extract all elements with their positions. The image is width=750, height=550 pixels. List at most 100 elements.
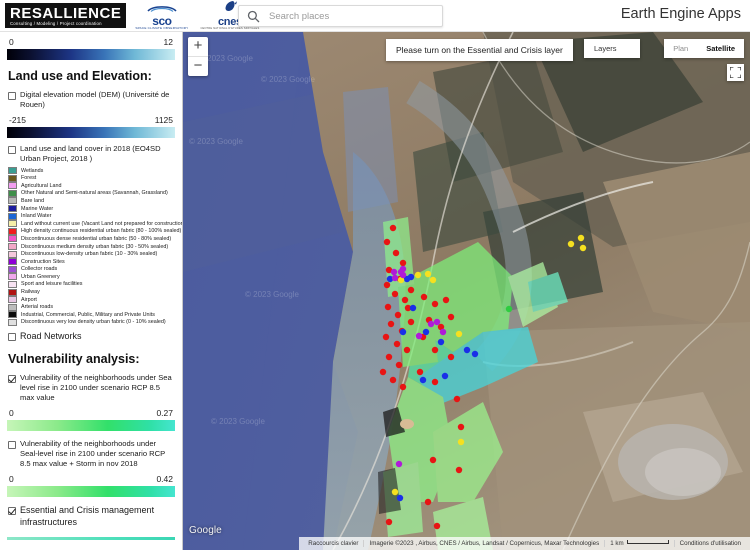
- layer-toggle-road-networks[interactable]: Road Networks: [8, 331, 175, 343]
- map-watermark: © 2023 Google: [211, 417, 265, 426]
- layer-toggle-dem[interactable]: Digital elevation model (DEM) (Universit…: [8, 90, 175, 110]
- dem-ramp-labels: -215 1125: [9, 115, 173, 125]
- land-cover-swatch: [8, 265, 17, 273]
- land-cover-legend-item: Discontinuous medium density urban fabri…: [8, 243, 175, 250]
- dem-ramp-max: 1125: [154, 115, 173, 126]
- basemap-satellite-button[interactable]: Satellite: [697, 39, 744, 58]
- dem-checkbox[interactable]: [8, 92, 16, 100]
- land-cover-swatch: [8, 250, 17, 258]
- fullscreen-icon: [730, 67, 741, 78]
- top-ramp-labels: 0 12: [9, 37, 173, 47]
- resallience-logo[interactable]: RESALLIENCE Consulting / Modeling / Proj…: [5, 2, 127, 29]
- vulnerability-2-ramp-max: 0.42: [156, 473, 173, 484]
- scale-bar: 1 km: [604, 540, 673, 547]
- vulnerability-1-checkbox[interactable]: [8, 374, 16, 383]
- land-cover-legend-item: Agricultural Land: [8, 182, 175, 190]
- land-cover-swatch: [8, 303, 17, 311]
- layer-toggle-vulnerability-storm[interactable]: Vulnerability of the neighborhoods under…: [8, 439, 175, 469]
- basemap-plan-button[interactable]: Plan: [664, 39, 697, 58]
- application-root: RESALLIENCE Consulting / Modeling / Proj…: [0, 0, 750, 550]
- lulc-layer-label: Land use and land cover in 2018 (EO4SD U…: [20, 144, 161, 164]
- scale-bar-line: [626, 540, 669, 544]
- land-cover-swatch: [8, 189, 17, 197]
- land-cover-label: Marine Water: [21, 205, 54, 212]
- search-input[interactable]: [267, 9, 427, 23]
- land-cover-label: High density continuous residential urba…: [21, 228, 182, 235]
- land-cover-swatch: [8, 273, 17, 281]
- map-attribution-bar: Raccourcis clavier Imagerie ©2023 , Airb…: [299, 537, 750, 550]
- land-cover-swatch: [8, 227, 17, 235]
- vulnerability-2-label: Vulnerability of the neighborhoods under…: [20, 438, 166, 468]
- vulnerability-1-ramp-min: 0: [9, 407, 14, 418]
- search-icon: [247, 10, 260, 23]
- vulnerability-2-ramp-min: 0: [9, 473, 14, 484]
- sco-logo-subtext: SPACE CLIMATE OBSERVATORY: [135, 26, 189, 31]
- vulnerability-1-ramp-max: 0.27: [156, 407, 173, 418]
- land-cover-label: Wetlands: [21, 167, 44, 174]
- resallience-logo-text: RESALLIENCE: [10, 4, 122, 22]
- land-cover-label: Discontinuous dense residential urban fa…: [21, 235, 172, 242]
- cnes-logo-subtext: CENTRE NATIONAL D'ETUDES SPATIALES: [200, 27, 260, 31]
- layer-toggle-essential-infrastructures[interactable]: Essential and Crisis management infrastr…: [8, 505, 175, 529]
- vulnerability-2-checkbox[interactable]: [8, 440, 16, 449]
- land-cover-legend-item: Discontinuous very low density urban fab…: [8, 318, 175, 326]
- dem-ramp-min: -215: [9, 115, 27, 126]
- land-cover-legend-item: High density continuous residential urba…: [8, 227, 181, 235]
- land-cover-swatch: [8, 174, 17, 182]
- essential-label: Essential and Crisis management infrastr…: [20, 504, 155, 527]
- land-cover-swatch: [8, 167, 17, 175]
- land-cover-legend-item: Construction Sites: [8, 258, 175, 266]
- zoom-control[interactable]: + −: [188, 37, 208, 76]
- land-cover-label: Inland Water: [21, 213, 52, 220]
- land-cover-legend-item: Urban Greenery: [8, 273, 175, 281]
- zoom-in-button[interactable]: +: [188, 37, 208, 56]
- land-cover-legend-item: Industrial, Commercial, Public, Military…: [8, 311, 175, 319]
- layer-toggle-vulnerability-sea-level[interactable]: Vulnerability of the neighborhoods under…: [8, 373, 175, 403]
- dem-layer-label: Digital elevation model (DEM) (Universit…: [20, 90, 170, 110]
- sidebar-panel[interactable]: 0 12 Land use and Elevation: Digital ele…: [0, 32, 183, 550]
- land-cover-legend-item: Marine Water: [8, 205, 175, 213]
- essential-ramp-gradient: [7, 536, 175, 540]
- land-cover-swatch: [8, 197, 17, 205]
- land-cover-swatch: [8, 220, 17, 228]
- land-cover-legend-item: Discontinuous dense residential urban fa…: [8, 235, 175, 243]
- land-cover-legend-item: Land without current use (Vacant Land no…: [8, 220, 182, 228]
- land-cover-swatch: [8, 288, 17, 296]
- section-title-vulnerability: Vulnerability analysis:: [8, 351, 140, 366]
- app-header: RESALLIENCE Consulting / Modeling / Proj…: [0, 0, 750, 32]
- vulnerability-1-ramp-labels: 0 0.27: [9, 408, 173, 418]
- land-cover-legend-item: Collector roads: [8, 265, 175, 273]
- keyboard-shortcuts-link[interactable]: Raccourcis clavier: [303, 540, 363, 547]
- terms-of-use-link[interactable]: Conditions d'utilisation: [673, 540, 746, 547]
- layers-button[interactable]: Layers: [584, 39, 640, 58]
- land-cover-legend-item: Other Natural and Semi-natural areas (Sa…: [8, 189, 175, 197]
- zoom-out-button[interactable]: −: [188, 57, 208, 76]
- land-cover-legend-item: Discontinuous low-density urban fabric (…: [8, 250, 175, 258]
- map-viewport[interactable]: © 2023 Google © 2023 Google © 2023 Googl…: [183, 32, 750, 550]
- section-title-land-use: Land use and Elevation:: [8, 69, 152, 83]
- layer-toggle-lulc[interactable]: Land use and land cover in 2018 (EO4SD U…: [8, 144, 175, 164]
- map-watermark: © 2023 Google: [245, 290, 299, 299]
- land-cover-label: Other Natural and Semi-natural areas (Sa…: [21, 190, 168, 197]
- land-cover-label: Railway: [21, 289, 40, 296]
- land-cover-label: Discontinuous very low density urban fab…: [21, 319, 166, 326]
- fullscreen-button[interactable]: [727, 64, 744, 81]
- land-cover-label: Airport: [21, 296, 37, 303]
- vulnerability-1-label: Vulnerability of the neighborhoods under…: [20, 372, 172, 402]
- land-cover-swatch: [8, 296, 17, 304]
- land-cover-swatch: [8, 182, 17, 190]
- land-cover-label: Land without current use (Vacant Land no…: [21, 220, 183, 227]
- search-box[interactable]: [238, 5, 443, 27]
- land-cover-label: Urban Greenery: [21, 273, 60, 280]
- scale-bar-label: 1 km: [610, 540, 624, 547]
- land-cover-legend-item: Forest: [8, 174, 175, 182]
- land-cover-legend-item: Wetlands: [8, 167, 175, 175]
- vulnerability-1-ramp-gradient: [7, 419, 175, 431]
- land-cover-swatch: [8, 205, 17, 213]
- sco-logo[interactable]: sco SPACE CLIMATE OBSERVATORY: [135, 0, 188, 30]
- land-cover-legend-item: Bare land: [8, 197, 175, 205]
- basemap-switch[interactable]: Plan Satellite: [664, 39, 744, 58]
- lulc-checkbox[interactable]: [8, 146, 16, 155]
- road-networks-checkbox[interactable]: [8, 332, 16, 341]
- essential-checkbox[interactable]: [8, 506, 16, 515]
